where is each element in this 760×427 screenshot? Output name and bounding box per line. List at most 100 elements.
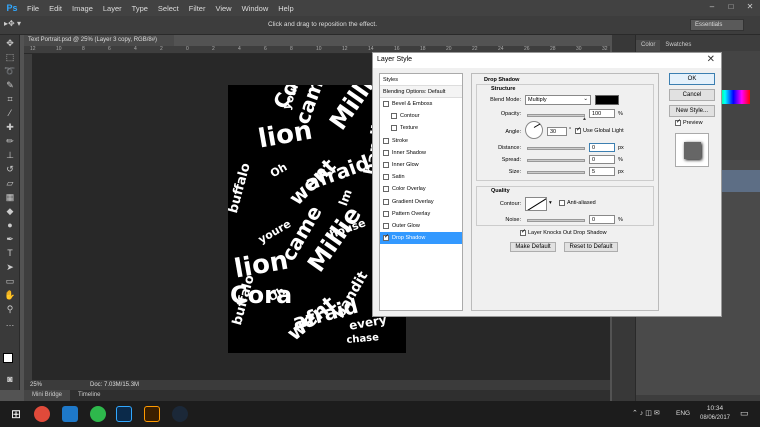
- distance-slider[interactable]: [527, 147, 585, 150]
- workspace-select[interactable]: Essentials: [690, 19, 744, 31]
- contour-picker[interactable]: [525, 197, 547, 211]
- use-global-light-checkbox[interactable]: [575, 126, 581, 134]
- path-select-tool-icon[interactable]: ➤: [3, 261, 17, 273]
- document-tab[interactable]: Text Portrait.psd @ 25% (Layer 3 copy, R…: [24, 35, 174, 46]
- style-item[interactable]: Inner Glow: [380, 159, 462, 171]
- dialog-close-icon[interactable]: ✕: [707, 54, 715, 65]
- dodge-tool-icon[interactable]: ●: [3, 219, 17, 231]
- opacity-slider[interactable]: [527, 114, 585, 117]
- history-brush-icon[interactable]: ↺: [3, 163, 17, 175]
- eraser-tool-icon[interactable]: ▱: [3, 177, 17, 189]
- size-input[interactable]: 5: [589, 167, 615, 176]
- style-item-checkbox[interactable]: [383, 210, 389, 217]
- brush-tool-icon[interactable]: ✏: [3, 135, 17, 147]
- make-default-button[interactable]: Make Default: [510, 242, 556, 252]
- lasso-tool-icon[interactable]: ➰: [3, 65, 17, 77]
- close-window-button[interactable]: ✕: [742, 1, 758, 13]
- style-item-checkbox[interactable]: [383, 186, 389, 193]
- hand-tool-icon[interactable]: ✋: [3, 289, 17, 301]
- style-item-checkbox[interactable]: [383, 233, 389, 242]
- style-item[interactable]: Color Overlay: [380, 183, 462, 195]
- style-item-checkbox[interactable]: [383, 198, 389, 205]
- style-item[interactable]: Pattern Overlay: [380, 208, 462, 220]
- tab-swatches[interactable]: Swatches: [660, 40, 696, 51]
- gradient-tool-icon[interactable]: ▦: [3, 191, 17, 203]
- more-tools-icon[interactable]: …: [3, 317, 17, 329]
- menu-window[interactable]: Window: [242, 4, 269, 13]
- menu-select[interactable]: Select: [158, 4, 179, 13]
- preview-option[interactable]: Preview: [675, 118, 703, 126]
- windows-start-icon[interactable]: ⊞: [8, 406, 24, 422]
- clock-time[interactable]: 10:34: [698, 405, 732, 412]
- move-tool-preset-icon[interactable]: ▸✥ ▾: [4, 19, 34, 31]
- type-tool-icon[interactable]: T: [3, 247, 17, 259]
- style-item-checkbox[interactable]: [383, 222, 389, 229]
- layer-knocks-out[interactable]: Layer Knocks Out Drop Shadow: [520, 228, 607, 236]
- shape-tool-icon[interactable]: ▭: [3, 275, 17, 287]
- style-item[interactable]: Gradient Overlay: [380, 196, 462, 208]
- menu-view[interactable]: View: [215, 4, 231, 13]
- stamp-tool-icon[interactable]: ⊥: [3, 149, 17, 161]
- blur-tool-icon[interactable]: ◆: [3, 205, 17, 217]
- menu-file[interactable]: File: [27, 4, 39, 13]
- minimize-button[interactable]: –: [704, 1, 720, 13]
- spread-slider[interactable]: [527, 159, 585, 162]
- style-item-checkbox[interactable]: [383, 174, 389, 181]
- menu-filter[interactable]: Filter: [189, 4, 206, 13]
- crop-tool-icon[interactable]: ⌗: [3, 93, 17, 105]
- use-global-light[interactable]: Use Global Light: [575, 126, 624, 134]
- menu-edit[interactable]: Edit: [49, 4, 62, 13]
- noise-slider[interactable]: [527, 219, 585, 222]
- menu-image[interactable]: Image: [72, 4, 93, 13]
- reset-to-default-button[interactable]: Reset to Default: [564, 242, 618, 252]
- healing-tool-icon[interactable]: ✚: [3, 121, 17, 133]
- language-indicator[interactable]: ENG: [676, 410, 690, 417]
- zoom-level[interactable]: 25%: [30, 382, 42, 388]
- opacity-slider-thumb[interactable]: ▲: [582, 116, 587, 122]
- shadow-color-swatch[interactable]: [595, 95, 619, 105]
- noise-input[interactable]: 0: [589, 215, 615, 224]
- menu-layer[interactable]: Layer: [103, 4, 122, 13]
- move-tool-icon[interactable]: ✥: [3, 37, 17, 49]
- photoshop-taskbar-icon[interactable]: [116, 406, 132, 422]
- cancel-button[interactable]: Cancel: [669, 89, 715, 101]
- foreground-color-swatch[interactable]: [3, 353, 13, 363]
- distance-input[interactable]: 0: [589, 143, 615, 152]
- style-item[interactable]: Outer Glow: [380, 220, 462, 232]
- new-style-button[interactable]: New Style...: [669, 105, 715, 117]
- style-item-checkbox[interactable]: [383, 162, 389, 169]
- ok-button[interactable]: OK: [669, 73, 715, 85]
- blend-mode-select[interactable]: Multiply ⌄: [525, 95, 591, 105]
- marquee-tool-icon[interactable]: ⬚: [3, 51, 17, 63]
- quick-mask-icon[interactable]: ◙: [3, 373, 17, 385]
- preview-checkbox[interactable]: [675, 118, 681, 126]
- style-item-checkbox[interactable]: [391, 125, 397, 132]
- tab-color[interactable]: Color: [636, 40, 661, 51]
- maximize-button[interactable]: □: [723, 1, 739, 13]
- size-slider[interactable]: [527, 171, 585, 174]
- layer-knocks-out-checkbox[interactable]: [520, 228, 526, 236]
- angle-dial[interactable]: [525, 121, 543, 139]
- internet-explorer-icon[interactable]: [62, 406, 78, 422]
- styles-header[interactable]: Styles: [380, 74, 462, 86]
- opacity-input[interactable]: 100: [589, 109, 615, 118]
- style-item[interactable]: Contour: [380, 110, 462, 122]
- angle-input[interactable]: 30: [547, 127, 567, 136]
- pen-tool-icon[interactable]: ✒: [3, 233, 17, 245]
- style-item-checkbox[interactable]: [383, 149, 389, 156]
- steam-icon[interactable]: [172, 406, 188, 422]
- tab-mini-bridge[interactable]: Mini Bridge: [24, 390, 71, 401]
- quick-select-tool-icon[interactable]: ✎: [3, 79, 17, 91]
- menu-type[interactable]: Type: [132, 4, 148, 13]
- anti-aliased[interactable]: Anti-aliased: [559, 200, 596, 206]
- app-green-icon[interactable]: [90, 406, 106, 422]
- anti-aliased-checkbox[interactable]: [559, 200, 565, 206]
- style-item-checkbox[interactable]: [383, 137, 389, 144]
- style-item[interactable]: Drop Shadow: [380, 232, 462, 245]
- style-item[interactable]: Stroke: [380, 135, 462, 147]
- style-item[interactable]: Bevel & Emboss: [380, 98, 462, 110]
- zoom-tool-icon[interactable]: ⚲: [3, 303, 17, 315]
- notifications-icon[interactable]: ▭: [740, 408, 749, 419]
- chrome-icon[interactable]: [34, 406, 50, 422]
- contour-dropdown-icon[interactable]: ▾: [549, 200, 552, 206]
